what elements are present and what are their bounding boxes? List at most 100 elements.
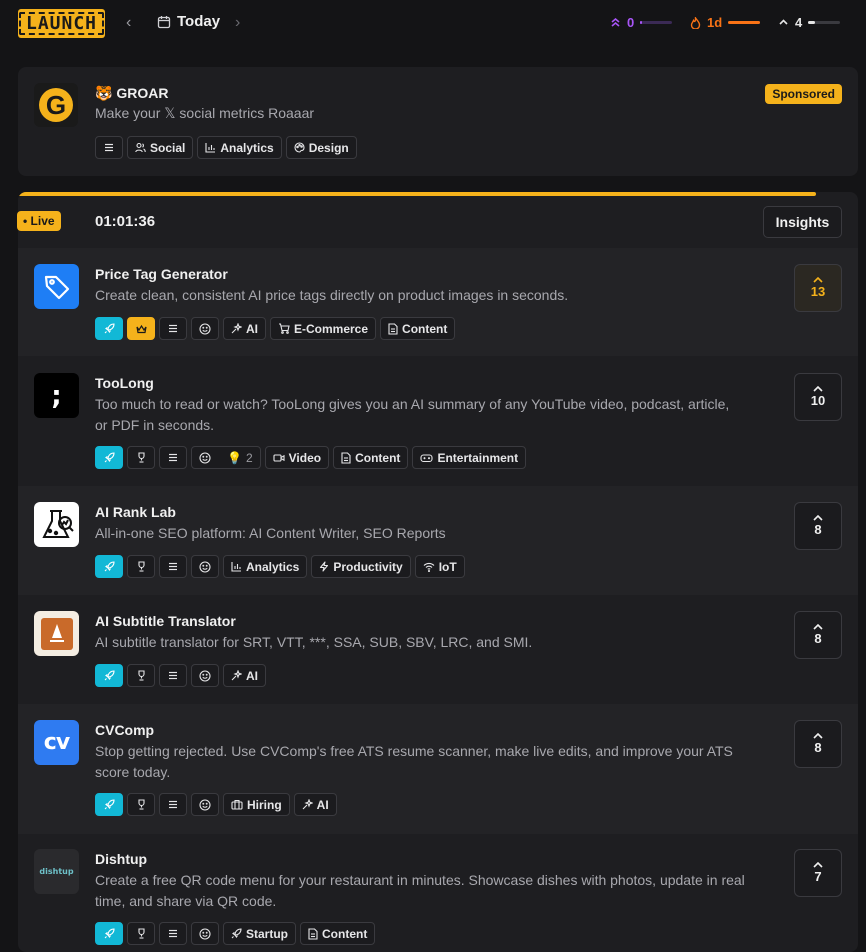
points-stat[interactable]: 0 <box>610 15 673 30</box>
tag-label: Productivity <box>333 559 403 574</box>
rocket-tag[interactable] <box>95 793 123 816</box>
product-title[interactable]: CVComp <box>95 722 154 738</box>
points-bar-fill <box>640 21 643 24</box>
product-title[interactable]: Dishtup <box>95 851 147 867</box>
vote-count: 13 <box>810 284 826 299</box>
points-bar <box>640 21 673 24</box>
trophy-tag[interactable] <box>127 446 155 469</box>
sparkles-icon <box>231 323 242 334</box>
product-title[interactable]: AI Subtitle Translator <box>95 613 236 629</box>
menu-tag[interactable] <box>159 664 187 687</box>
tag-ai[interactable]: AI <box>293 793 337 816</box>
smiley-tag[interactable] <box>191 922 219 945</box>
rocket-tag[interactable] <box>95 555 123 578</box>
rocket-tag[interactable] <box>95 922 123 945</box>
menu-tag[interactable] <box>159 446 187 469</box>
tag-video[interactable]: Video <box>264 446 330 469</box>
tag-ai[interactable]: AI <box>223 664 266 687</box>
upvote-button[interactable]: 13 <box>794 264 842 312</box>
tag-analytics[interactable]: Analytics <box>197 136 282 159</box>
product-title[interactable]: Price Tag Generator <box>95 266 228 282</box>
tag-startup[interactable]: Startup <box>223 922 296 945</box>
product-description: Create clean, consistent AI price tags d… <box>95 287 569 303</box>
rocket-icon <box>231 928 242 939</box>
rocket-icon <box>104 452 115 463</box>
upvote-button[interactable]: 8 <box>794 611 842 659</box>
tag-entertainment[interactable]: Entertainment <box>412 446 527 469</box>
bar-chart-icon <box>231 562 241 572</box>
product-row[interactable]: AI Subtitle Translator AI subtitle trans… <box>18 595 858 704</box>
smiley-tag[interactable] <box>191 793 219 816</box>
upvote-button[interactable]: 10 <box>794 373 842 421</box>
product-tags: AI E-Commerce Content <box>95 317 456 340</box>
trophy-tag[interactable] <box>127 555 155 578</box>
product-row[interactable]: cv CVComp Stop getting rejected. Use CVC… <box>18 704 858 834</box>
product-title[interactable]: TooLong <box>95 375 154 391</box>
vote-count: 8 <box>814 522 822 537</box>
product-row[interactable]: Price Tag Generator Create clean, consis… <box>18 248 858 356</box>
menu-tag[interactable] <box>159 793 187 816</box>
rocket-tag[interactable] <box>95 446 123 469</box>
tag-label: Content <box>322 926 368 941</box>
date-label: Today <box>177 13 221 30</box>
chevron-up-icon <box>813 862 823 868</box>
product-tags: Startup Content <box>95 922 376 945</box>
rocket-tag[interactable] <box>95 664 123 687</box>
vote-count: 7 <box>814 869 822 884</box>
insights-button[interactable]: Insights <box>763 206 842 238</box>
product-row[interactable]: dishtup Dishtup Create a free QR code me… <box>18 834 858 947</box>
day-progress-bar <box>18 192 816 196</box>
tag-label: Content <box>355 450 401 465</box>
rocket-tag[interactable] <box>95 317 123 340</box>
tag-productivity[interactable]: Productivity <box>311 555 411 578</box>
trophy-tag[interactable] <box>127 922 155 945</box>
product-row[interactable]: ; TooLong Too much to read or watch? Too… <box>18 356 858 486</box>
ideas-count: 2 <box>245 450 253 465</box>
tag-design[interactable]: Design <box>285 136 357 159</box>
chevron-right-icon[interactable]: › <box>235 14 240 32</box>
menu-tag[interactable] <box>159 922 187 945</box>
votes-stat[interactable]: 4 <box>778 15 841 30</box>
trophy-tag[interactable] <box>127 664 155 687</box>
product-tags: Hiring AI <box>95 793 337 816</box>
product-title[interactable]: AI Rank Lab <box>95 504 176 520</box>
palette-icon <box>294 142 305 153</box>
chevron-up-icon <box>813 624 823 630</box>
product-row[interactable]: AI Rank Lab All-in-one SEO platform: AI … <box>18 486 858 595</box>
menu-tag[interactable] <box>159 317 187 340</box>
trophy-icon <box>137 452 145 463</box>
tag-content[interactable]: Content <box>380 317 456 340</box>
tag-social[interactable]: Social <box>127 136 194 159</box>
chevron-left-icon[interactable]: ‹ <box>126 14 131 32</box>
tag-label: AI <box>246 668 258 683</box>
menu-tag[interactable] <box>95 136 123 159</box>
tag-content[interactable]: Content <box>333 446 409 469</box>
smiley-icon <box>199 669 211 682</box>
streak-stat[interactable]: 1d <box>690 15 761 30</box>
trophy-tag[interactable] <box>127 793 155 816</box>
tag-hiring[interactable]: Hiring <box>223 793 290 816</box>
upvote-button[interactable]: 8 <box>794 720 842 768</box>
smiley-tag[interactable] <box>191 555 219 578</box>
upvote-button[interactable]: 7 <box>794 849 842 897</box>
menu-tag[interactable] <box>159 555 187 578</box>
smiley-tag[interactable] <box>191 317 219 340</box>
rocket-icon <box>104 561 115 572</box>
smiley-tag[interactable] <box>191 664 219 687</box>
product-tags: Analytics Productivity IoT <box>95 555 465 578</box>
date-selector[interactable]: Today <box>157 13 220 30</box>
tag-iot[interactable]: IoT <box>414 555 465 578</box>
tag-ai[interactable]: AI <box>223 317 266 340</box>
tag-content[interactable]: Content <box>300 922 376 945</box>
sponsored-card[interactable]: G 🐯 GROAR Make your 𝕏 social metrics Roa… <box>18 67 858 176</box>
crown-tag[interactable] <box>127 317 155 340</box>
gamepad-icon <box>420 453 433 462</box>
smiley-ideas-tag[interactable]: 💡 2 <box>191 446 261 469</box>
tag-ecommerce[interactable]: E-Commerce <box>270 317 377 340</box>
tag-analytics[interactable]: Analytics <box>223 555 308 578</box>
upvote-button[interactable]: 8 <box>794 502 842 550</box>
sparkles-icon <box>302 799 313 810</box>
launch-logo[interactable]: LAUNCH <box>18 9 105 38</box>
trophy-icon <box>137 670 145 681</box>
users-icon <box>135 142 146 153</box>
